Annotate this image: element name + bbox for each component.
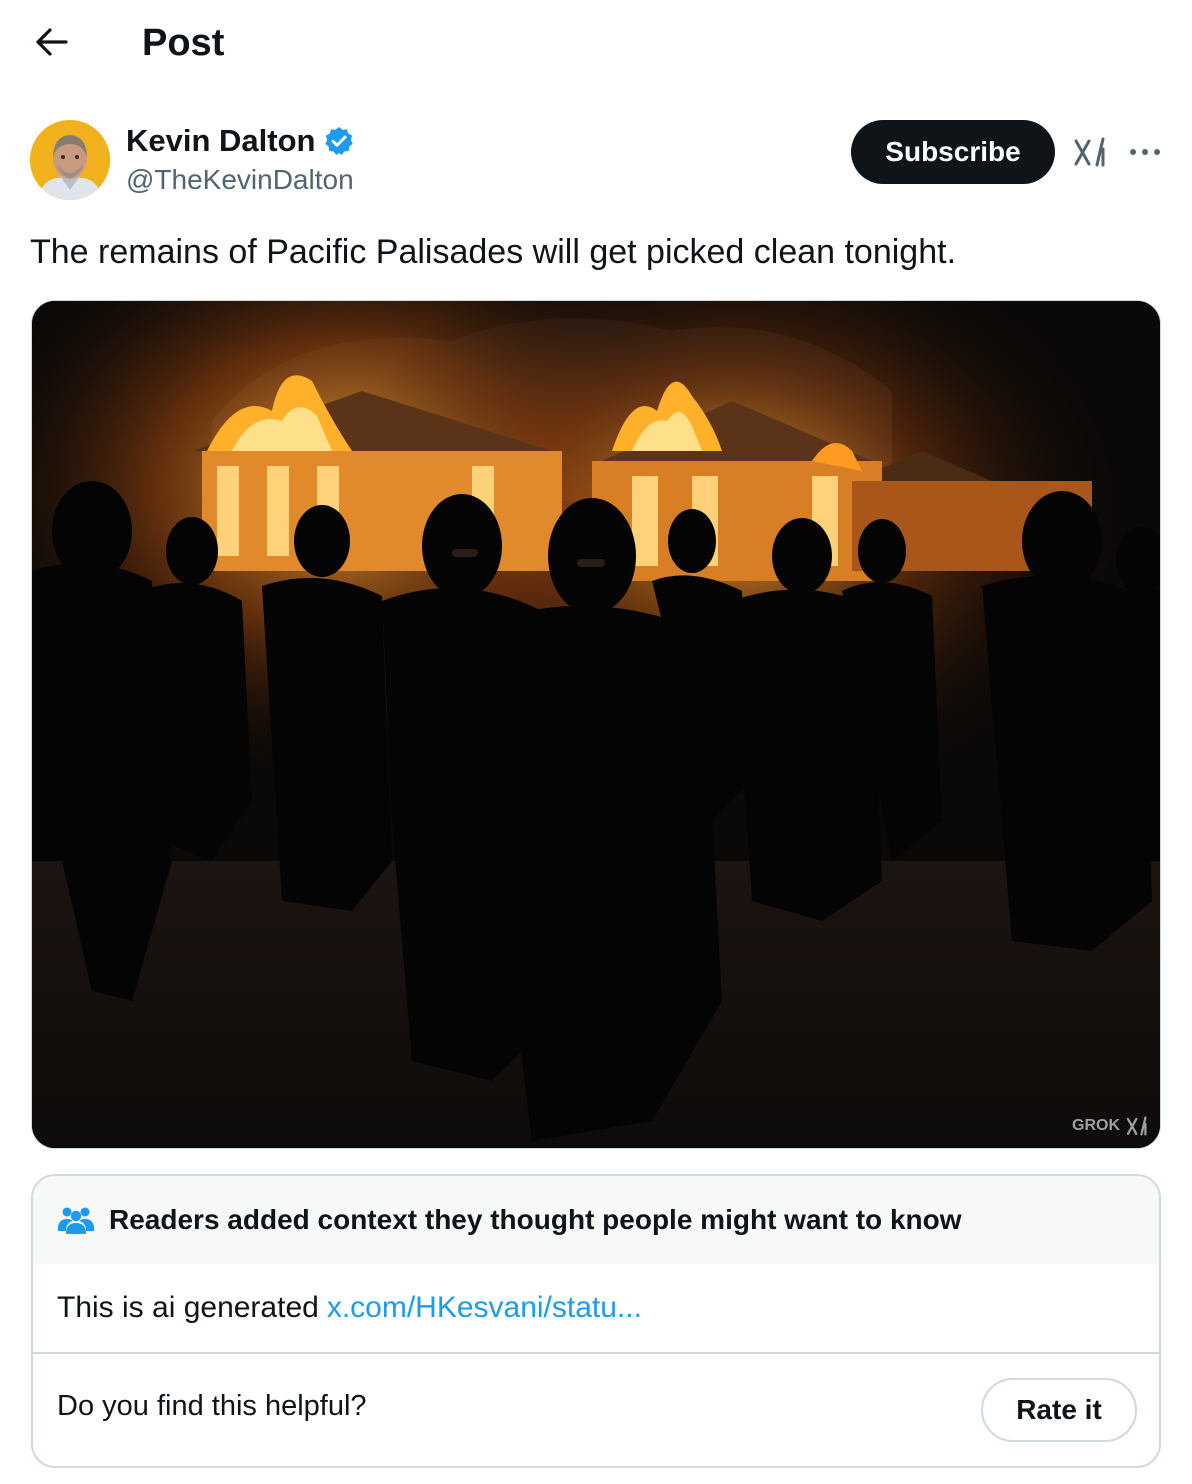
community-note-header: Readers added context they thought peopl… <box>33 1176 1159 1264</box>
top-bar: Post <box>0 0 1192 88</box>
grok-logo-icon <box>1126 1116 1147 1136</box>
more-options-button[interactable] <box>1120 130 1170 174</box>
grok-icon <box>1074 137 1105 167</box>
avatar[interactable] <box>30 120 110 200</box>
community-note-title: Readers added context they thought peopl… <box>109 1204 962 1235</box>
back-button[interactable] <box>26 20 76 64</box>
helpful-question: Do you find this helpful? <box>57 1390 367 1422</box>
rate-it-button[interactable]: Rate it <box>981 1378 1137 1442</box>
people-icon <box>58 1207 94 1234</box>
grok-watermark: GROK <box>1072 1116 1148 1136</box>
author-name-text: Kevin Dalton <box>126 123 316 158</box>
community-note-body: This is ai generated x.com/HKesvani/stat… <box>33 1264 1159 1354</box>
community-note-text: This is ai generated <box>57 1291 319 1324</box>
post-text: The remains of Pacific Palisades will ge… <box>30 233 957 271</box>
arrow-left-icon <box>36 28 68 56</box>
post-image[interactable]: GROK <box>31 300 1161 1149</box>
page-title: Post <box>142 22 225 64</box>
subscribe-button[interactable]: Subscribe <box>851 120 1055 184</box>
more-horizontal-icon <box>1130 149 1160 155</box>
author-name[interactable]: Kevin Dalton <box>126 122 355 160</box>
author-handle[interactable]: @TheKevinDalton <box>126 163 354 197</box>
watermark-text: GROK <box>1072 1117 1120 1134</box>
community-note: Readers added context they thought peopl… <box>31 1174 1161 1468</box>
community-note-link[interactable]: x.com/HKesvani/statu... <box>327 1291 642 1325</box>
verified-badge-icon <box>325 127 354 155</box>
grok-button[interactable] <box>1066 130 1114 174</box>
community-note-footer: Do you find this helpful? Rate it <box>33 1354 1159 1466</box>
